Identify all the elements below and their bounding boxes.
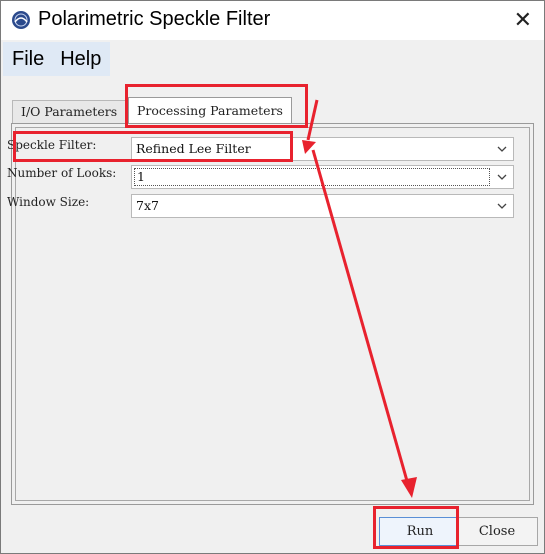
highlight-speckle-filter — [13, 131, 293, 162]
menu-help[interactable]: Help — [52, 43, 109, 75]
number-of-looks-label: Number of Looks: — [7, 166, 117, 180]
menu-bar: File Help — [1, 40, 544, 76]
chevron-down-icon — [497, 174, 507, 180]
number-of-looks-value: 1 — [134, 168, 490, 186]
menu-group: File Help — [3, 42, 111, 76]
window-size-value: 7x7 — [136, 198, 159, 213]
highlight-processing-tab — [125, 84, 308, 128]
window-size-select[interactable]: 7x7 — [131, 194, 514, 218]
highlight-run-button — [373, 506, 459, 549]
title-bar: Polarimetric Speckle Filter ✕ — [1, 1, 544, 40]
chevron-down-icon — [497, 146, 507, 152]
close-button[interactable]: Close — [456, 517, 538, 546]
close-window-icon[interactable]: ✕ — [514, 7, 532, 33]
window-title: Polarimetric Speckle Filter — [38, 8, 271, 30]
number-of-looks-select[interactable]: 1 — [131, 165, 514, 189]
menu-file[interactable]: File — [4, 43, 52, 75]
app-logo-icon — [12, 11, 30, 29]
tab-io-parameters[interactable]: I/O Parameters — [12, 100, 127, 123]
window-size-label: Window Size: — [7, 195, 90, 209]
chevron-down-icon — [497, 203, 507, 209]
